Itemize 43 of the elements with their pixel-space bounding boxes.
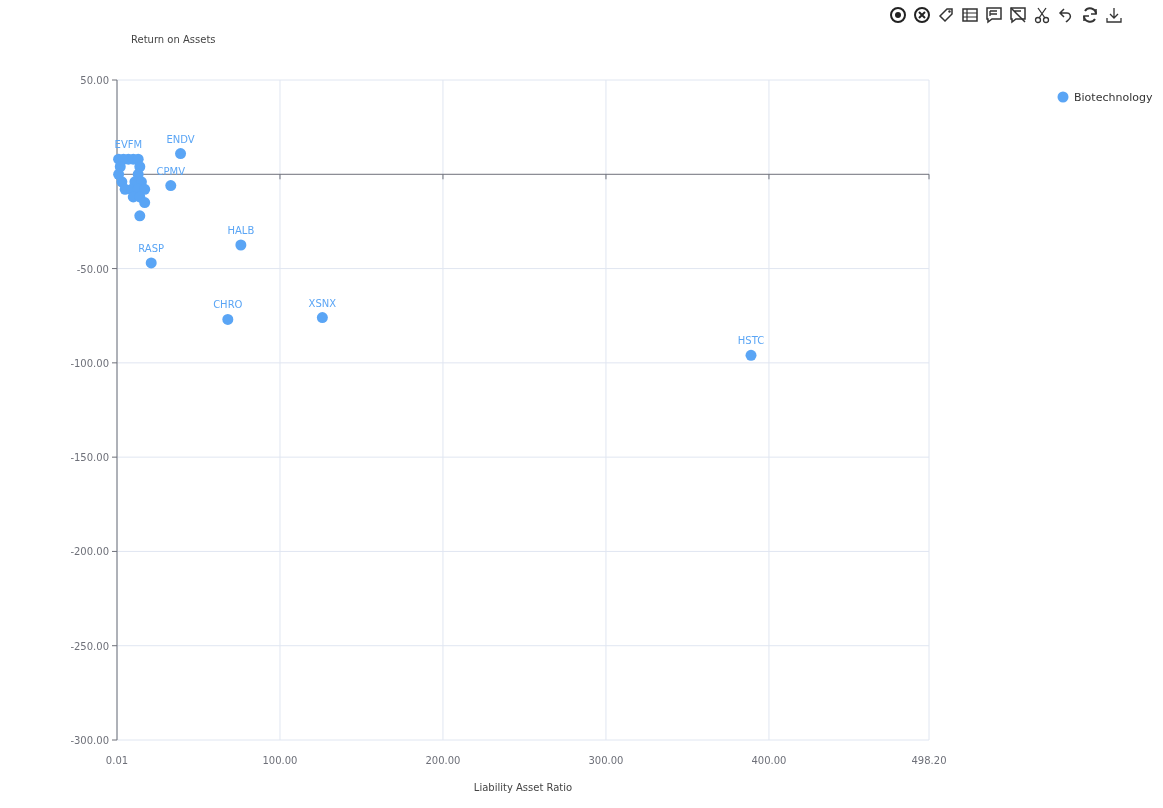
data-point: [165, 180, 177, 192]
comment-icon[interactable]: [985, 6, 1003, 24]
point-label: CPMV: [156, 165, 185, 177]
data-point: [175, 148, 187, 160]
y-tick-label: -250.00: [70, 640, 109, 652]
x-tick-label: 400.00: [751, 755, 787, 766]
x-tick-label: 300.00: [588, 755, 624, 766]
data-point: [316, 312, 328, 324]
y-tick-label: -100.00: [70, 357, 109, 369]
target-icon[interactable]: [889, 6, 907, 24]
refresh-icon[interactable]: [1081, 6, 1099, 24]
y-axis-title: Return on Assets: [131, 34, 216, 45]
x-tick-label: 100.00: [262, 755, 298, 766]
x-tick-label: 498.20: [911, 755, 947, 766]
data-point: [745, 349, 757, 361]
point-label: XSNX: [308, 297, 337, 309]
y-tick-label: -150.00: [70, 452, 109, 464]
data-point: [145, 257, 157, 269]
data-point: [139, 197, 151, 209]
point-label: HALB: [227, 225, 255, 236]
data-point: [134, 210, 146, 222]
scissors-icon[interactable]: [1033, 6, 1051, 24]
legend-label[interactable]: Biotechnology: [1074, 91, 1153, 104]
tag-icon[interactable]: [937, 6, 955, 24]
point-label: ENDV: [166, 133, 195, 145]
x-tick-label: 200.00: [425, 755, 461, 766]
x-tick-label: 0.01: [105, 755, 129, 766]
clear-icon[interactable]: [913, 6, 931, 24]
point-label: RASP: [138, 242, 165, 254]
data-point: [139, 183, 151, 195]
data-point: [235, 239, 247, 251]
table-icon[interactable]: [961, 6, 979, 24]
y-tick-label: 50.00: [80, 75, 109, 86]
y-tick-label: -200.00: [70, 546, 109, 558]
point-label: CHRO: [213, 299, 243, 311]
download-icon[interactable]: [1105, 6, 1123, 24]
point-label: EVFM: [114, 139, 143, 151]
x-axis-title: Liability Asset Ratio: [473, 782, 573, 793]
comment-off-icon[interactable]: [1009, 6, 1027, 24]
data-point: [222, 314, 234, 325]
y-tick-label: -300.00: [70, 735, 109, 746]
y-tick-label: -50.00: [76, 263, 109, 275]
point-label: HSTC: [737, 335, 765, 347]
